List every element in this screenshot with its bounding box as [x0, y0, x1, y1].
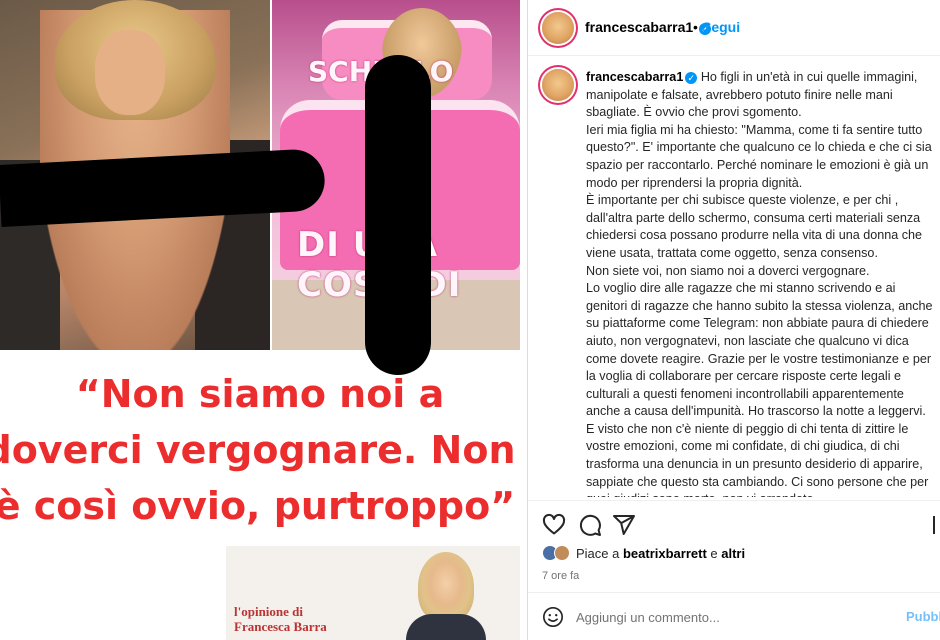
separator-dot: • — [693, 19, 698, 35]
post-side-panel: francescabarra1 ✓ • Segui francescabarra… — [527, 0, 940, 640]
author-head — [418, 552, 474, 622]
publish-button[interactable]: Pubblica — [906, 609, 940, 624]
caption-avatar[interactable] — [542, 69, 574, 101]
verified-badge-icon: ✓ — [685, 72, 698, 84]
likes-middle: e — [706, 546, 722, 561]
caption-body: Ho figli in un'età in cui quelle immagin… — [586, 70, 933, 497]
headline-quote: “Non siamo noi a doverci vergognare. Non… — [0, 366, 520, 534]
comment-input[interactable] — [576, 605, 886, 629]
post-image[interactable]: SCHERLO DI UNA COSA DI “Non siamo noi a … — [0, 0, 520, 640]
heart-icon[interactable] — [542, 513, 566, 537]
caption-text: francescabarra1 ✓ Ho figli in un'età in c… — [586, 69, 940, 497]
username-text[interactable]: francescabarra1 — [585, 19, 693, 35]
opinion-label: l'opinione di Francesca Barra — [234, 604, 327, 634]
liker-avatars — [542, 545, 572, 561]
likes-user[interactable]: beatrixbarrett — [623, 546, 707, 561]
follow-button[interactable]: Segui — [702, 19, 740, 35]
save-icon[interactable] — [933, 513, 940, 537]
likes-prefix: Piace a — [576, 546, 623, 561]
caption-area[interactable]: francescabarra1 ✓ Ho figli in un'età in c… — [528, 57, 940, 497]
post-timestamp[interactable]: 7 ore fa — [542, 570, 579, 582]
opinion-line-2: Francesca Barra — [234, 619, 327, 634]
face — [95, 30, 165, 115]
share-icon[interactable] — [612, 513, 636, 537]
avatar[interactable] — [542, 12, 574, 44]
censor-bar-vertical — [365, 55, 431, 375]
author-body — [406, 614, 486, 640]
liker-avatar — [554, 545, 570, 561]
comment-icon[interactable] — [578, 513, 602, 537]
author-photo — [406, 552, 486, 640]
headline-line-1: “Non siamo noi a — [75, 372, 445, 416]
opinion-card: l'opinione di Francesca Barra — [226, 546, 520, 640]
emoji-icon[interactable] — [542, 606, 564, 628]
headline-line-3: è così ovvio, purtroppo” — [0, 484, 516, 528]
likes-summary[interactable]: Piace a beatrixbarrett e altri — [542, 545, 745, 561]
comment-bar: Pubblica — [528, 592, 940, 640]
action-bar — [528, 500, 940, 540]
caption-username[interactable]: francescabarra1 — [586, 70, 683, 84]
likes-others[interactable]: altri — [721, 546, 745, 561]
post-header: francescabarra1 ✓ • Segui — [528, 0, 940, 56]
opinion-line-1: l'opinione di — [234, 604, 303, 619]
headline-line-2: doverci vergognare. Non — [0, 428, 516, 472]
